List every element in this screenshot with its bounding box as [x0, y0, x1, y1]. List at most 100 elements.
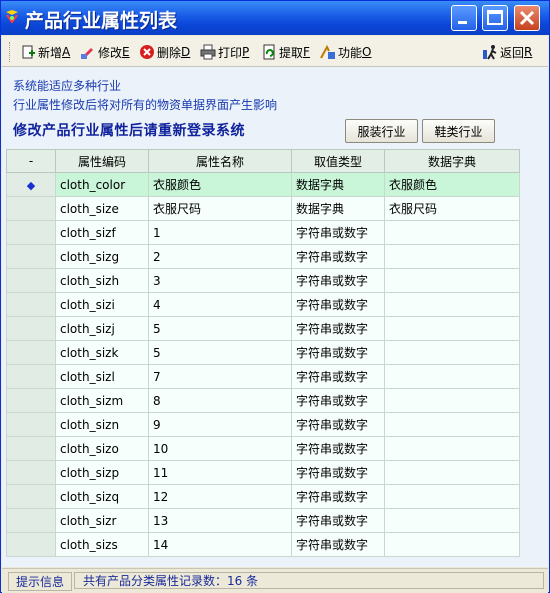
col-code-header[interactable]: 属性编码: [55, 149, 149, 173]
maximize-button[interactable]: [482, 5, 508, 31]
cell-dict[interactable]: [384, 460, 520, 485]
cell-code[interactable]: cloth_sizr: [55, 508, 149, 533]
row-indicator[interactable]: [6, 244, 56, 269]
table-row[interactable]: cloth_sizi 4 字符串或数字: [6, 292, 520, 317]
cell-name[interactable]: 10: [148, 436, 292, 461]
cell-type[interactable]: 字符串或数字: [291, 292, 385, 317]
cell-type[interactable]: 字符串或数字: [291, 532, 385, 557]
cell-type[interactable]: 数据字典: [291, 172, 385, 197]
cell-type[interactable]: 字符串或数字: [291, 412, 385, 437]
fetch-button[interactable]: 提取 F: [261, 43, 310, 61]
cell-code[interactable]: cloth_sizk: [55, 340, 149, 365]
cell-type[interactable]: 数据字典: [291, 196, 385, 221]
cell-type[interactable]: 字符串或数字: [291, 436, 385, 461]
table-row[interactable]: cloth_sizp 11 字符串或数字: [6, 460, 520, 485]
row-indicator[interactable]: [6, 364, 56, 389]
cell-dict[interactable]: [384, 508, 520, 533]
row-indicator[interactable]: [6, 412, 56, 437]
col-dict-header[interactable]: 数据字典: [384, 149, 520, 173]
col-name-header[interactable]: 属性名称: [148, 149, 292, 173]
table-row[interactable]: cloth_sizj 5 字符串或数字: [6, 316, 520, 341]
cell-dict[interactable]: [384, 364, 520, 389]
cell-type[interactable]: 字符串或数字: [291, 268, 385, 293]
table-row[interactable]: cloth_sizm 8 字符串或数字: [6, 388, 520, 413]
cell-dict[interactable]: [384, 484, 520, 509]
cell-dict[interactable]: 衣服尺码: [384, 196, 520, 221]
cell-name[interactable]: 8: [148, 388, 292, 413]
cell-dict[interactable]: [384, 436, 520, 461]
row-indicator[interactable]: [6, 292, 56, 317]
cell-code[interactable]: cloth_sizs: [55, 532, 149, 557]
row-indicator[interactable]: [6, 460, 56, 485]
cell-dict[interactable]: [384, 220, 520, 245]
cell-code[interactable]: cloth_sizg: [55, 244, 149, 269]
cell-code[interactable]: cloth_sizn: [55, 412, 149, 437]
table-row[interactable]: cloth_sizq 12 字符串或数字: [6, 484, 520, 509]
cell-type[interactable]: 字符串或数字: [291, 316, 385, 341]
shoes-industry-button[interactable]: 鞋类行业: [422, 119, 495, 143]
cell-code[interactable]: cloth_size: [55, 196, 149, 221]
cell-name[interactable]: 3: [148, 268, 292, 293]
cell-name[interactable]: 11: [148, 460, 292, 485]
cell-code[interactable]: cloth_sizm: [55, 388, 149, 413]
table-row[interactable]: cloth_sizk 5 字符串或数字: [6, 340, 520, 365]
cell-dict[interactable]: [384, 292, 520, 317]
cell-type[interactable]: 字符串或数字: [291, 508, 385, 533]
cell-name[interactable]: 14: [148, 532, 292, 557]
cell-name[interactable]: 9: [148, 412, 292, 437]
cell-dict[interactable]: [384, 388, 520, 413]
row-indicator[interactable]: [6, 388, 56, 413]
clothing-industry-button[interactable]: 服装行业: [345, 119, 418, 143]
back-button[interactable]: 返回 R: [482, 43, 532, 61]
cell-type[interactable]: 字符串或数字: [291, 340, 385, 365]
cell-name[interactable]: 13: [148, 508, 292, 533]
row-indicator[interactable]: [6, 316, 56, 341]
cell-name[interactable]: 5: [148, 340, 292, 365]
minimize-button[interactable]: [451, 5, 477, 31]
table-row[interactable]: cloth_sizf 1 字符串或数字: [6, 220, 520, 245]
title-bar[interactable]: 产品行业属性列表: [1, 1, 549, 35]
cell-code[interactable]: cloth_sizf: [55, 220, 149, 245]
table-row[interactable]: cloth_sizg 2 字符串或数字: [6, 244, 520, 269]
cell-code[interactable]: cloth_sizp: [55, 460, 149, 485]
cell-type[interactable]: 字符串或数字: [291, 460, 385, 485]
row-indicator[interactable]: [6, 508, 56, 533]
table-row[interactable]: cloth_sizr 13 字符串或数字: [6, 508, 520, 533]
col-indicator-header[interactable]: -: [6, 149, 56, 173]
cell-dict[interactable]: 衣服颜色: [384, 172, 520, 197]
table-row[interactable]: cloth_sizo 10 字符串或数字: [6, 436, 520, 461]
cell-dict[interactable]: [384, 268, 520, 293]
cell-type[interactable]: 字符串或数字: [291, 484, 385, 509]
cell-code[interactable]: cloth_sizq: [55, 484, 149, 509]
add-button[interactable]: 新增 A: [20, 43, 70, 61]
function-button[interactable]: 功能 O: [320, 43, 371, 61]
table-row[interactable]: ◆ cloth_color 衣服颜色 数据字典 衣服颜色: [6, 172, 520, 197]
cell-name[interactable]: 衣服颜色: [148, 172, 292, 197]
cell-code[interactable]: cloth_sizj: [55, 316, 149, 341]
row-indicator[interactable]: [6, 268, 56, 293]
col-type-header[interactable]: 取值类型: [291, 149, 385, 173]
cell-dict[interactable]: [384, 316, 520, 341]
cell-dict[interactable]: [384, 532, 520, 557]
table-row[interactable]: cloth_sizn 9 字符串或数字: [6, 412, 520, 437]
row-indicator[interactable]: [6, 436, 56, 461]
row-indicator[interactable]: ◆: [6, 172, 56, 197]
table-row[interactable]: cloth_sizs 14 字符串或数字: [6, 532, 520, 557]
cell-code[interactable]: cloth_sizo: [55, 436, 149, 461]
table-row[interactable]: cloth_sizl 7 字符串或数字: [6, 364, 520, 389]
table-row[interactable]: cloth_sizh 3 字符串或数字: [6, 268, 520, 293]
row-indicator[interactable]: [6, 220, 56, 245]
row-indicator[interactable]: [6, 532, 56, 557]
delete-button[interactable]: 删除 D: [139, 43, 190, 61]
cell-dict[interactable]: [384, 340, 520, 365]
cell-code[interactable]: cloth_sizh: [55, 268, 149, 293]
cell-dict[interactable]: [384, 244, 520, 269]
row-indicator[interactable]: [6, 484, 56, 509]
cell-name[interactable]: 2: [148, 244, 292, 269]
edit-button[interactable]: 修改 E: [80, 43, 130, 61]
cell-name[interactable]: 衣服尺码: [148, 196, 292, 221]
cell-type[interactable]: 字符串或数字: [291, 244, 385, 269]
row-indicator[interactable]: [6, 196, 56, 221]
cell-type[interactable]: 字符串或数字: [291, 220, 385, 245]
cell-name[interactable]: 1: [148, 220, 292, 245]
